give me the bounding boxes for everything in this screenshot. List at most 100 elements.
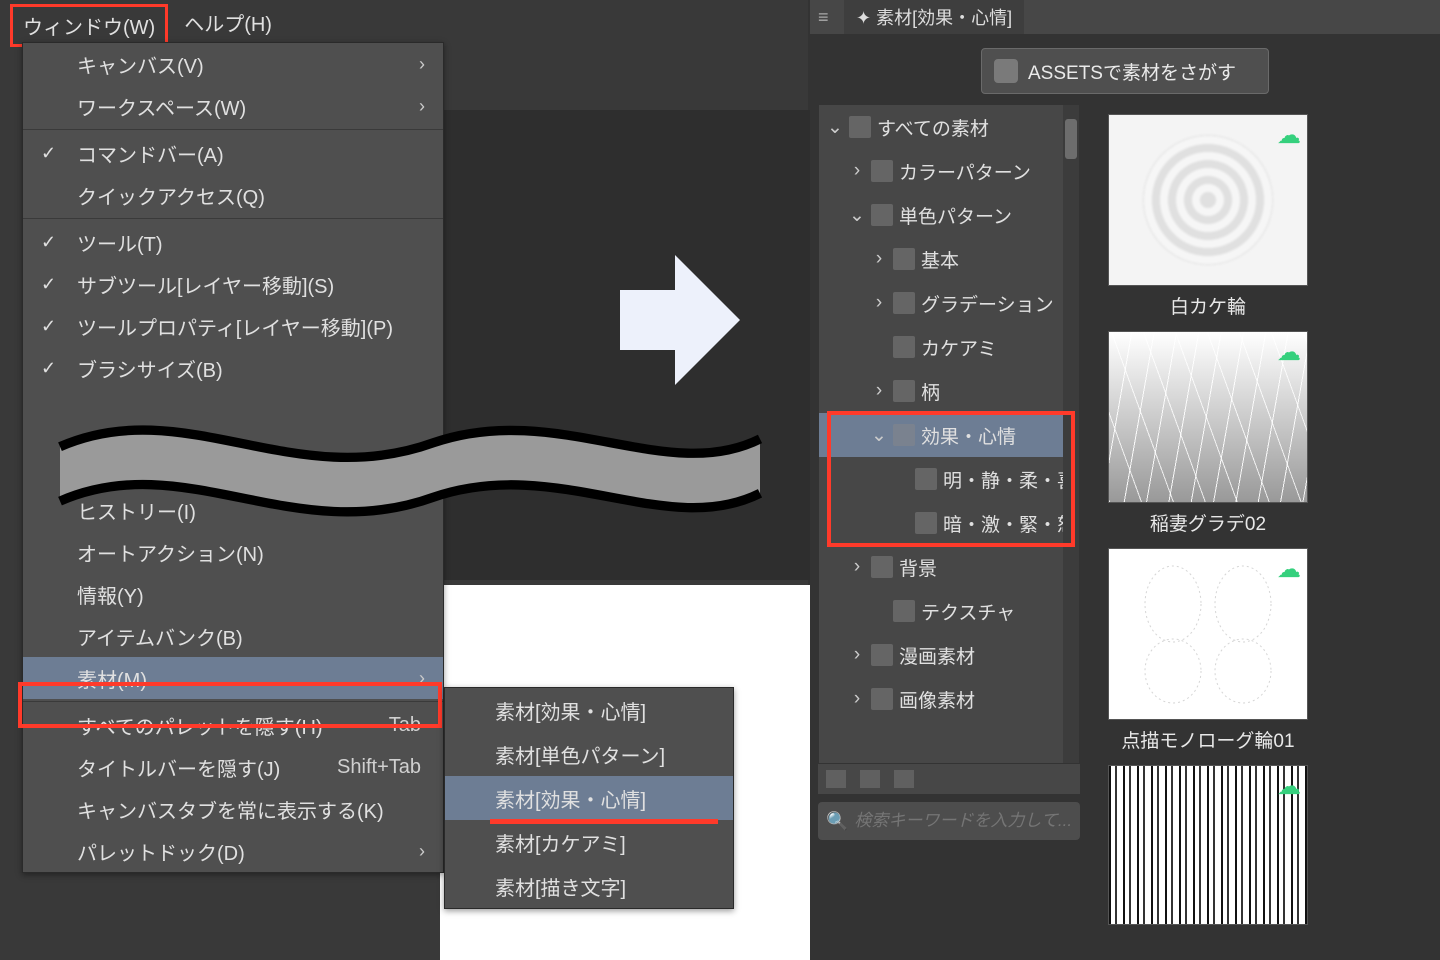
sparkle-icon	[893, 424, 915, 446]
tree-footer	[818, 764, 1080, 794]
submenu-item-a[interactable]: 素材[効果・心情]	[445, 688, 733, 732]
thumb-preview: ☁	[1108, 548, 1308, 720]
tree-kouka-shinjou[interactable]: ⌄効果・心情	[819, 413, 1079, 457]
submenu-item-e[interactable]: 素材[描き文字]	[445, 864, 733, 908]
new-folder-icon[interactable]	[826, 770, 846, 788]
tree-scrollbar[interactable]	[1063, 105, 1079, 763]
window-menu-dropdown: キャンバス(V)› ワークスペース(W)› ✓コマンドバー(A) クイックアクセ…	[22, 42, 444, 873]
menu-item-tool[interactable]: ✓ツール(T)	[23, 221, 443, 263]
menu-item-commandbar[interactable]: ✓コマンドバー(A)	[23, 132, 443, 174]
check-icon: ✓	[41, 316, 56, 337]
menu-item-hidetitle[interactable]: タイトルバーを隠す(J)Shift+Tab	[23, 746, 443, 788]
search-input[interactable]	[854, 811, 1072, 831]
tree-color-pattern[interactable]: ›カラーパターン	[819, 149, 1079, 193]
chevron-right-icon: ›	[419, 668, 425, 689]
chevron-right-icon: ›	[871, 292, 887, 314]
cloud-download-icon[interactable]: ☁	[1277, 772, 1301, 801]
cloud-download-icon[interactable]: ☁	[1277, 555, 1301, 584]
chevron-right-icon: ›	[419, 96, 425, 117]
palette-titlebar[interactable]: ≡ ✦ 素材[効果・心情]	[810, 0, 1440, 34]
cloud-download-icon[interactable]: ☁	[1277, 121, 1301, 150]
texture-icon	[893, 600, 915, 622]
check-icon: ✓	[41, 358, 56, 379]
gradient-icon	[893, 292, 915, 314]
tree-all-materials[interactable]: ⌄すべての素材	[819, 105, 1079, 149]
thumb-preview: ☁	[1108, 765, 1308, 925]
menu-item-canvas[interactable]: キャンバス(V)›	[23, 43, 443, 85]
check-icon: ✓	[41, 143, 56, 164]
assets-icon	[994, 59, 1018, 83]
submenu-item-c[interactable]: 素材[効果・心情]	[445, 776, 733, 820]
thumb-preview: ☁	[1108, 114, 1308, 286]
scissors-icon	[871, 160, 893, 182]
tree-kakeami[interactable]: カケアミ	[819, 325, 1079, 369]
menu-item-workspace[interactable]: ワークスペース(W)›	[23, 85, 443, 127]
menu-window[interactable]: ウィンドウ(W)	[10, 4, 168, 47]
tree-haikei[interactable]: ›背景	[819, 545, 1079, 589]
thumb-item[interactable]: ☁	[1108, 765, 1308, 925]
material-tree: ⌄すべての素材 ›カラーパターン ⌄単色パターン ›基本 ›グラデーション カケ…	[818, 104, 1080, 764]
pattern-icon	[893, 380, 915, 402]
menu-item-history[interactable]: ヒストリー(I)	[23, 489, 443, 531]
chevron-right-icon: ›	[871, 248, 887, 270]
chevron-down-icon: ⌄	[871, 424, 887, 447]
menubar: ウィンドウ(W) ヘルプ(H)	[10, 4, 282, 47]
diamond-icon	[893, 248, 915, 270]
menu-item-info[interactable]: 情報(Y)	[23, 573, 443, 615]
tree-gara[interactable]: ›柄	[819, 369, 1079, 413]
material-thumbnails: ☁ 白カケ輪 ☁ 稲妻グラデ02 ☁ 点描モノローグ輪01	[1100, 104, 1440, 925]
menu-item-hideall[interactable]: すべてのパレットを隠す(H)Tab	[23, 704, 443, 746]
chevron-right-icon: ›	[849, 644, 865, 666]
scrollbar-thumb[interactable]	[1065, 119, 1077, 159]
menu-item-palettedock[interactable]: パレットドック(D)›	[23, 830, 443, 872]
delete-folder-icon[interactable]	[894, 770, 914, 788]
thumb-item[interactable]: ☁ 白カケ輪	[1108, 114, 1308, 323]
tree-gazou[interactable]: ›画像素材	[819, 677, 1079, 721]
scissors-icon	[871, 204, 893, 226]
tree-texture[interactable]: テクスチャ	[819, 589, 1079, 633]
chevron-right-icon: ›	[419, 54, 425, 75]
house-icon	[871, 556, 893, 578]
cloud-download-icon[interactable]: ☁	[1277, 338, 1301, 367]
assets-search-button[interactable]: ASSETSで素材をさがす	[981, 48, 1269, 94]
check-icon: ✓	[41, 232, 56, 253]
menu-item-toolprop[interactable]: ✓ツールプロパティ[レイヤー移動](P)	[23, 305, 443, 347]
chevron-right-icon: ›	[849, 688, 865, 710]
tree-mei-sei[interactable]: 明・静・柔・喜	[819, 457, 1079, 501]
duplicate-folder-icon[interactable]	[860, 770, 880, 788]
page-icon	[871, 644, 893, 666]
tree-mono-pattern[interactable]: ⌄単色パターン	[819, 193, 1079, 237]
grip-icon: ≡	[818, 7, 834, 28]
hatch-icon	[893, 336, 915, 358]
menu-item-material[interactable]: 素材(M)›	[23, 657, 443, 699]
thumb-item[interactable]: ☁ 点描モノローグ輪01	[1108, 548, 1308, 757]
menu-item-subtool[interactable]: ✓サブツール[レイヤー移動](S)	[23, 263, 443, 305]
menu-item-itembank[interactable]: アイテムバンク(B)	[23, 615, 443, 657]
thumb-item[interactable]: ☁ 稲妻グラデ02	[1108, 331, 1308, 540]
chevron-right-icon: ›	[849, 556, 865, 578]
thumb-label: 白カケ輪	[1108, 286, 1308, 323]
big-arrow-right-icon	[620, 250, 740, 390]
menu-item-canvastab[interactable]: キャンバスタブを常に表示する(K)	[23, 788, 443, 830]
grid-icon	[849, 116, 871, 138]
sparkle-icon	[915, 512, 937, 534]
palette-tab[interactable]: ✦ 素材[効果・心情]	[844, 0, 1024, 34]
submenu-item-b[interactable]: 素材[単色パターン]	[445, 732, 733, 776]
chevron-right-icon: ›	[419, 841, 425, 862]
menu-item-autoaction[interactable]: オートアクション(N)	[23, 531, 443, 573]
material-search[interactable]: 🔍	[818, 802, 1080, 840]
thumb-preview: ☁	[1108, 331, 1308, 503]
tree-manga[interactable]: ›漫画素材	[819, 633, 1079, 677]
menu-item-quickaccess[interactable]: クイックアクセス(Q)	[23, 174, 443, 216]
chevron-right-icon: ›	[871, 380, 887, 402]
submenu-item-d[interactable]: 素材[カケアミ]	[445, 820, 733, 864]
tree-basic[interactable]: ›基本	[819, 237, 1079, 281]
chevron-right-icon: ›	[849, 160, 865, 182]
menu-item-brushsize[interactable]: ✓ブラシサイズ(B)	[23, 347, 443, 389]
tree-gradation[interactable]: ›グラデーション	[819, 281, 1079, 325]
search-icon: 🔍	[826, 811, 848, 832]
chevron-down-icon: ⌄	[827, 116, 843, 139]
tree-an-geki[interactable]: 暗・激・緊・怒	[819, 501, 1079, 545]
menu-help[interactable]: ヘルプ(H)	[174, 4, 282, 47]
highlight-underline	[490, 819, 718, 824]
